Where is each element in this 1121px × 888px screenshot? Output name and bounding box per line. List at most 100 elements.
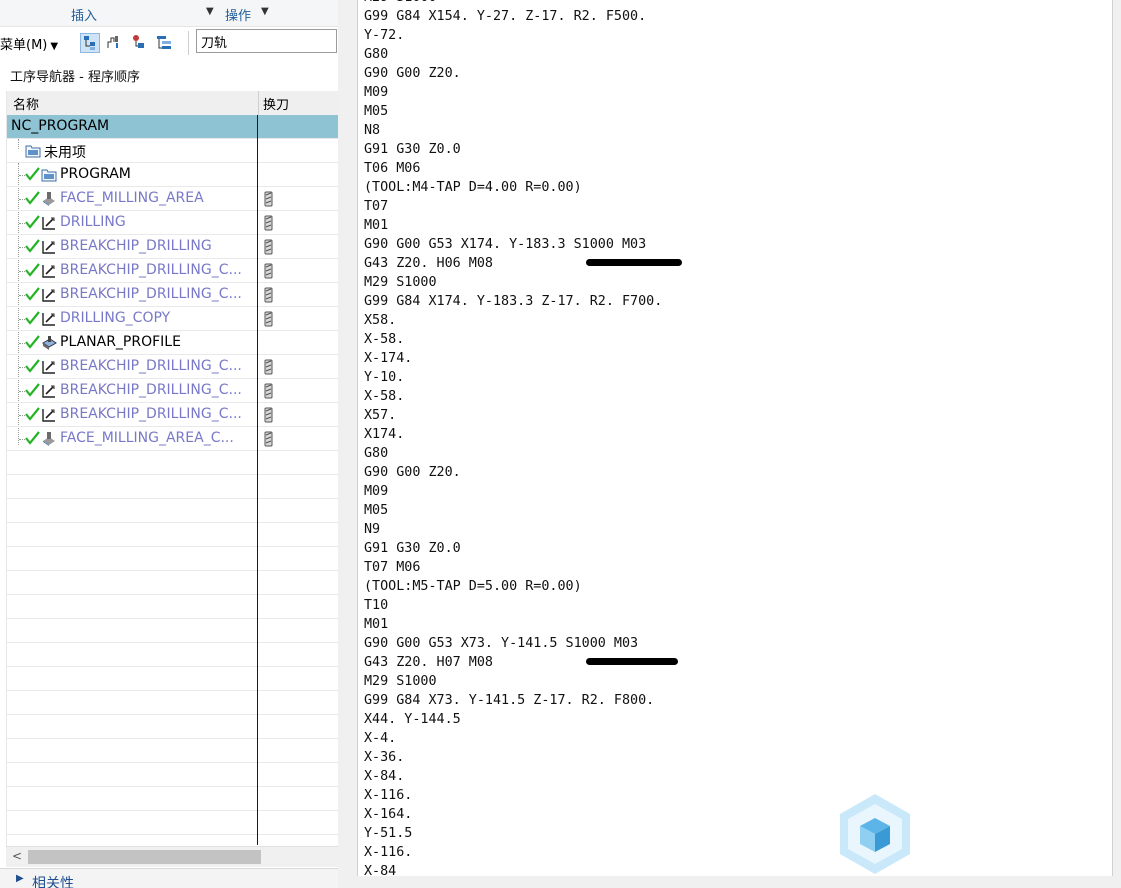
tree-row[interactable]: BREAKCHIP_DRILLING_C...: [7, 379, 338, 403]
nc-output-pane: M29 S1000 G99 G84 X154. Y-27. Z-17. R2. …: [338, 0, 1121, 888]
insert-menu[interactable]: 插入: [71, 5, 97, 24]
tree-row[interactable]: BREAKCHIP_DRILLING: [7, 235, 338, 259]
complete-check-icon: [25, 263, 40, 281]
complete-check-icon: [25, 359, 40, 377]
tree-row-label: BREAKCHIP_DRILLING_C...: [60, 262, 242, 278]
horizontal-scrollbar[interactable]: <: [6, 846, 338, 867]
tree-row-label: BREAKCHIP_DRILLING: [60, 238, 212, 254]
complete-check-icon: [25, 431, 40, 449]
complete-check-icon: [25, 167, 40, 185]
drill-op-icon: [41, 263, 57, 283]
tree-row[interactable]: BREAKCHIP_DRILLING_C...: [7, 283, 338, 307]
dependencies-label: 相关性: [32, 876, 74, 888]
empty-row: [7, 571, 338, 595]
tree-row-label: BREAKCHIP_DRILLING_C...: [60, 382, 242, 398]
redaction-mark: [586, 259, 682, 266]
operate-dropdown-icon[interactable]: ▼: [261, 6, 269, 17]
empty-row: [7, 715, 338, 739]
drill-op-icon: [41, 215, 57, 235]
drill-op-icon: [41, 383, 57, 403]
toolbar-separator: [188, 31, 189, 55]
complete-check-icon: [25, 311, 40, 329]
tree-row-label: BREAKCHIP_DRILLING_C...: [60, 358, 242, 374]
folder-icon: [25, 143, 41, 163]
tree-row[interactable]: 未用项: [7, 139, 338, 163]
tree-row[interactable]: DRILLING: [7, 211, 338, 235]
empty-row: [7, 763, 338, 787]
folder-icon: [41, 167, 57, 187]
tree-row[interactable]: PLANAR_PROFILE: [7, 331, 338, 355]
tool-change-icon: [264, 383, 273, 403]
tree-row[interactable]: BREAKCHIP_DRILLING_C...: [7, 355, 338, 379]
empty-row: [7, 619, 338, 643]
empty-row: [7, 595, 338, 619]
empty-row: [7, 499, 338, 523]
tool-change-icon: [264, 215, 273, 235]
column-header-name[interactable]: 名称: [13, 94, 39, 113]
method-view-icon[interactable]: [155, 33, 175, 53]
expand-triangle-icon[interactable]: ▶: [16, 873, 24, 884]
empty-row: [7, 667, 338, 691]
ribbon-group-bar: 插入 ▼ 操作 ▼: [0, 0, 338, 27]
empty-row: [7, 547, 338, 571]
empty-row: [7, 451, 338, 475]
operate-menu[interactable]: 操作: [225, 5, 251, 24]
tree-row[interactable]: BREAKCHIP_DRILLING_C...: [7, 259, 338, 283]
planar-profile-icon: [41, 335, 57, 355]
tree-row-label: FACE_MILLING_AREA_C...: [60, 430, 234, 446]
tool-change-icon: [264, 191, 273, 211]
column-divider[interactable]: [258, 91, 259, 115]
empty-row: [7, 643, 338, 667]
program-order-view-icon[interactable]: [80, 33, 100, 53]
complete-check-icon: [25, 191, 40, 209]
machine-tool-view-icon[interactable]: [105, 33, 125, 53]
tree-row-label: DRILLING: [60, 214, 126, 230]
tree-row[interactable]: DRILLING_COPY: [7, 307, 338, 331]
path-filter-input[interactable]: [196, 29, 337, 53]
complete-check-icon: [25, 335, 40, 353]
complete-check-icon: [25, 383, 40, 401]
tree-row[interactable]: PROGRAM: [7, 163, 338, 187]
redaction-mark: [586, 658, 678, 665]
scrollbar-thumb[interactable]: [28, 850, 261, 864]
navigator-title: 工序导航器 - 程序顺序: [10, 70, 140, 85]
tree-row[interactable]: FACE_MILLING_AREA_C...: [7, 427, 338, 451]
dependencies-section[interactable]: ▶ 相关性: [0, 868, 338, 888]
empty-row: [7, 739, 338, 763]
column-separator-line: [257, 115, 258, 845]
insert-dropdown-icon[interactable]: ▼: [206, 6, 214, 17]
navigator-toolbar: 菜单(M) ▼: [0, 27, 338, 59]
face-mill-icon: [41, 431, 57, 451]
tree-row-label: PROGRAM: [60, 166, 131, 182]
empty-row: [7, 811, 338, 835]
complete-check-icon: [25, 407, 40, 425]
scroll-left-icon[interactable]: <: [12, 849, 22, 863]
tool-change-icon: [264, 431, 273, 451]
tree-row-label: FACE_MILLING_AREA: [60, 190, 204, 206]
tree-row[interactable]: BREAKCHIP_DRILLING_C...: [7, 403, 338, 427]
tool-change-icon: [264, 263, 273, 283]
nc-code-editor[interactable]: M29 S1000 G99 G84 X154. Y-27. Z-17. R2. …: [357, 0, 1113, 876]
tree-row-label: NC_PROGRAM: [11, 118, 110, 134]
drill-op-icon: [41, 311, 57, 331]
tool-change-icon: [264, 407, 273, 427]
drill-op-icon: [41, 287, 57, 307]
operation-navigator-pane: 插入 ▼ 操作 ▼ 菜单(M)▼ 工序导航器 - 程序顺序 名称 换刀: [0, 0, 338, 888]
tree-row-label: PLANAR_PROFILE: [60, 334, 181, 350]
menu-button[interactable]: 菜单(M) ▼: [0, 34, 58, 53]
menu-button-label: 菜单(M): [0, 38, 48, 53]
column-header-toolchange[interactable]: 换刀: [263, 94, 289, 113]
empty-row: [7, 475, 338, 499]
drill-op-icon: [41, 239, 57, 259]
empty-row: [7, 523, 338, 547]
tree-row[interactable]: NC_PROGRAM: [7, 115, 338, 139]
drill-op-icon: [41, 359, 57, 379]
tree-row-label: 未用项: [44, 145, 86, 161]
geometry-view-icon[interactable]: [130, 33, 150, 53]
tool-change-icon: [264, 287, 273, 307]
operation-tree: 名称 换刀 NC_PROGRAM 未用项 PROGRAM FACE_MILLING_A…: [6, 91, 338, 846]
complete-check-icon: [25, 215, 40, 233]
tree-row[interactable]: FACE_MILLING_AREA: [7, 187, 338, 211]
complete-check-icon: [25, 239, 40, 257]
tool-change-icon: [264, 359, 273, 379]
